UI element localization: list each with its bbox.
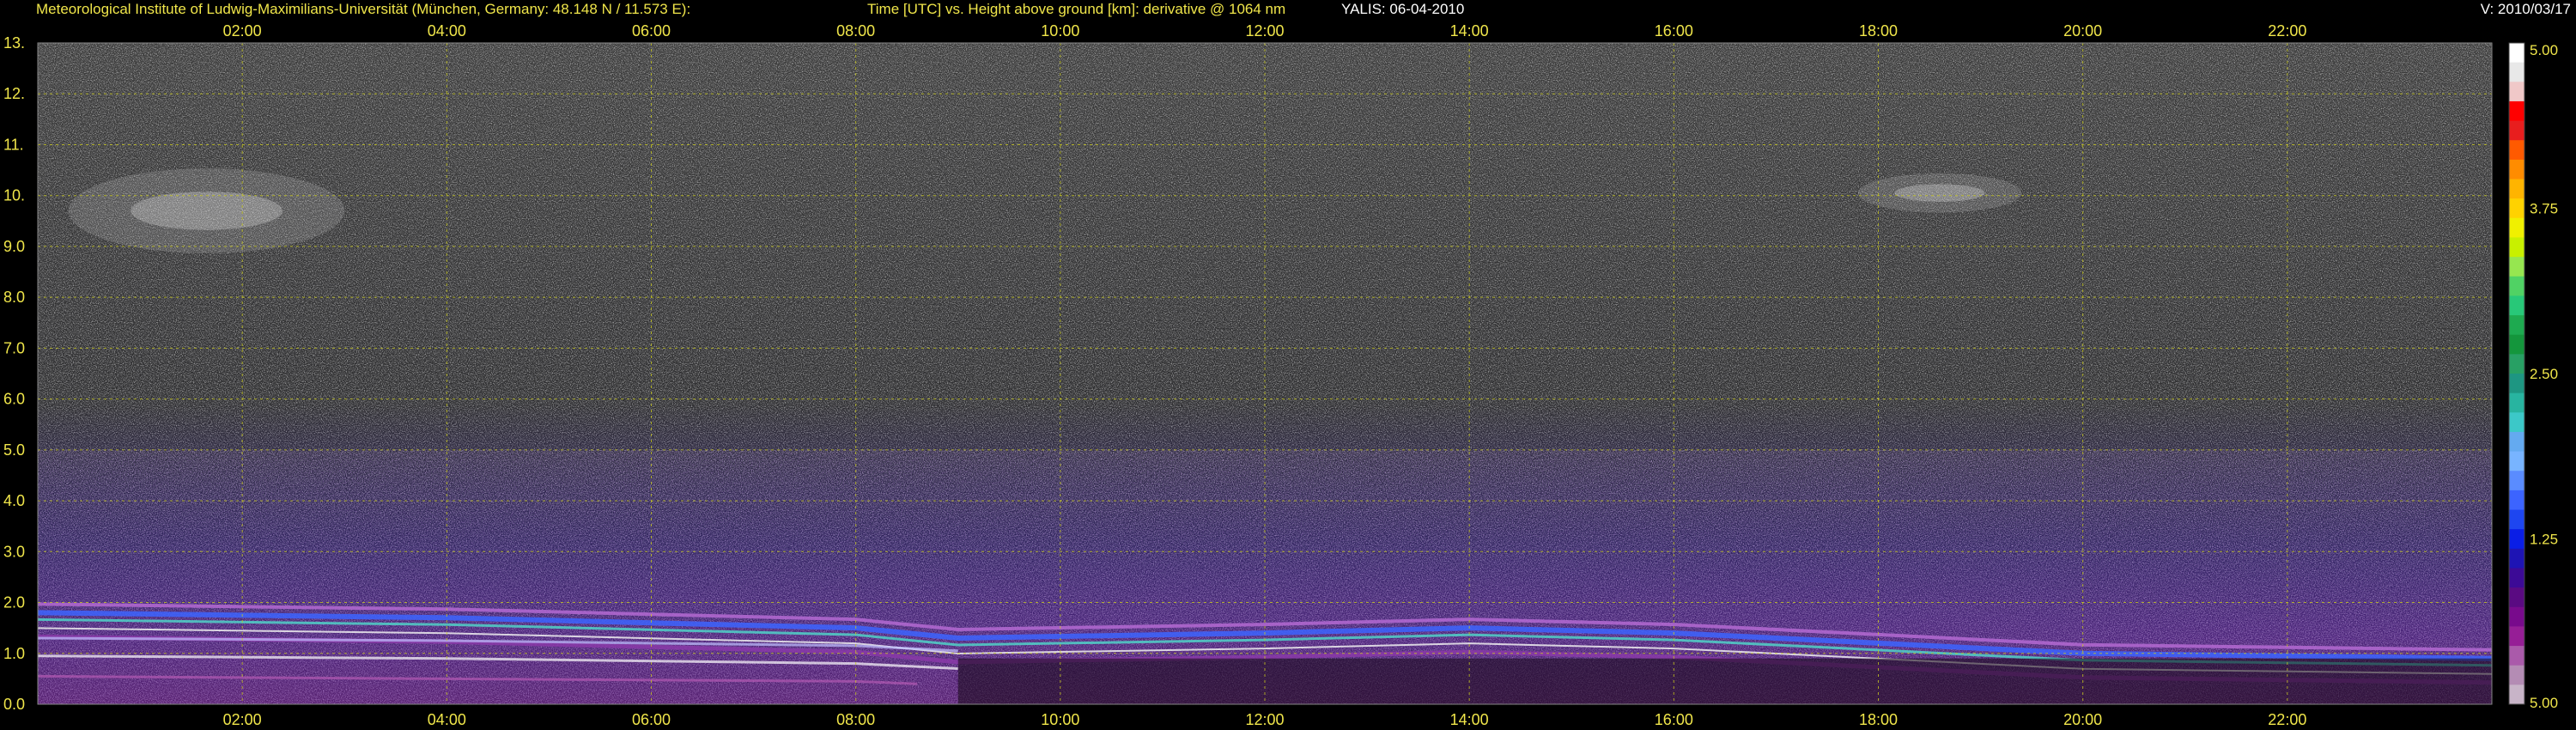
colorbar-segment xyxy=(2509,529,2524,550)
y-tick-label: 12. xyxy=(3,85,25,102)
colorbar-segment xyxy=(2509,198,2524,219)
x-tick-label-top: 04:00 xyxy=(428,22,466,40)
colorbar-segment xyxy=(2509,374,2524,394)
colorbar-segment xyxy=(2509,665,2524,685)
x-tick-label-bottom: 18:00 xyxy=(1859,711,1898,728)
lidar-heatmap-chart: 02:00 02:00 04:00 04:00 06:00 06:00 08:00 08:00… xyxy=(3,22,2558,728)
x-tick-label-bottom: 04:00 xyxy=(428,711,466,728)
x-tick-label-bottom: 06:00 xyxy=(632,711,671,728)
colorbar-segment xyxy=(2509,140,2524,161)
colorbar-tick-label: 3.75 xyxy=(2530,201,2558,217)
colorbar-segment xyxy=(2509,451,2524,471)
x-tick-label-top: 12:00 xyxy=(1245,22,1284,40)
x-tick-label-top: 08:00 xyxy=(836,22,875,40)
y-tick-label: 3.0 xyxy=(3,543,25,560)
colorbar-segment xyxy=(2509,100,2524,122)
colorbar-segment xyxy=(2509,471,2524,491)
x-tick-label-bottom: 10:00 xyxy=(1041,711,1079,728)
colorbar-segment xyxy=(2509,82,2524,102)
colorbar-segment xyxy=(2509,159,2524,180)
colorbar-tick-label: 5.00 xyxy=(2530,42,2558,58)
colorbar-tick-label: 1.25 xyxy=(2530,532,2558,548)
y-tick-label: 13. xyxy=(3,34,25,52)
colorbar-segment xyxy=(2509,315,2524,336)
x-tick-label-top: 14:00 xyxy=(1450,22,1489,40)
y-tick-label: 0.0 xyxy=(3,696,25,713)
x-tick-label-top: 20:00 xyxy=(2063,22,2102,40)
colorbar-segment xyxy=(2509,257,2524,277)
x-tick-label-top: 06:00 xyxy=(632,22,671,40)
colorbar-segment xyxy=(2509,217,2524,238)
y-tick-label: 4.0 xyxy=(3,492,25,509)
x-tick-label-bottom: 08:00 xyxy=(836,711,875,728)
x-tick-label-bottom: 14:00 xyxy=(1450,711,1489,728)
colorbar-segment xyxy=(2509,62,2524,82)
x-tick-label-top: 02:00 xyxy=(223,22,262,40)
colorbar-segment xyxy=(2509,43,2524,64)
colorbar-segment xyxy=(2509,334,2524,355)
colorbar-segment xyxy=(2509,548,2524,569)
colorbar-segment xyxy=(2509,587,2524,608)
colorbar-segment xyxy=(2509,684,2524,705)
colorbar-segment xyxy=(2509,179,2524,199)
y-tick-label: 7.0 xyxy=(3,339,25,356)
colorbar-segment xyxy=(2509,606,2524,627)
colorbar-segment xyxy=(2509,490,2524,511)
colorbar-segment xyxy=(2509,646,2524,666)
colorbar-segment xyxy=(2509,568,2524,588)
y-tick-label: 5.0 xyxy=(3,441,25,459)
x-tick-label-top: 18:00 xyxy=(1859,22,1898,40)
colorbar-segment xyxy=(2509,626,2524,647)
colorbar-tick-label: 2.50 xyxy=(2530,366,2558,382)
colorbar-segment xyxy=(2509,276,2524,296)
y-tick-label: 9.0 xyxy=(3,238,25,255)
x-tick-label-bottom: 16:00 xyxy=(1655,711,1693,728)
y-tick-label: 6.0 xyxy=(3,391,25,408)
x-tick-label-bottom: 12:00 xyxy=(1245,711,1284,728)
cirrus-cloud-core xyxy=(1894,184,1985,202)
colorbar-segment xyxy=(2509,431,2524,453)
y-tick-label: 8.0 xyxy=(3,289,25,306)
colorbar-segment xyxy=(2509,354,2524,374)
x-tick-label-top: 10:00 xyxy=(1041,22,1079,40)
near-ground-dark-strip xyxy=(957,658,2492,704)
x-tick-label-bottom: 02:00 xyxy=(223,711,262,728)
colorbar-segment xyxy=(2509,412,2524,433)
y-tick-label: 10. xyxy=(3,187,25,204)
x-tick-label-top: 22:00 xyxy=(2268,22,2306,40)
colorbar-segment xyxy=(2509,392,2524,413)
colorbar-segment xyxy=(2509,237,2524,258)
x-tick-label-bottom: 20:00 xyxy=(2063,711,2102,728)
y-tick-label: 11. xyxy=(3,136,24,153)
colorbar-segment xyxy=(2509,295,2524,316)
y-tick-label: 2.0 xyxy=(3,594,25,611)
colorbar-tick-label: 5.00 xyxy=(2530,695,2558,711)
colorbar-segment xyxy=(2509,509,2524,530)
colorbar-segment xyxy=(2509,120,2524,141)
x-tick-label-top: 16:00 xyxy=(1655,22,1693,40)
y-tick-label: 1.0 xyxy=(3,645,25,662)
cirrus-cloud-core xyxy=(131,192,283,230)
x-tick-label-bottom: 22:00 xyxy=(2268,711,2306,728)
